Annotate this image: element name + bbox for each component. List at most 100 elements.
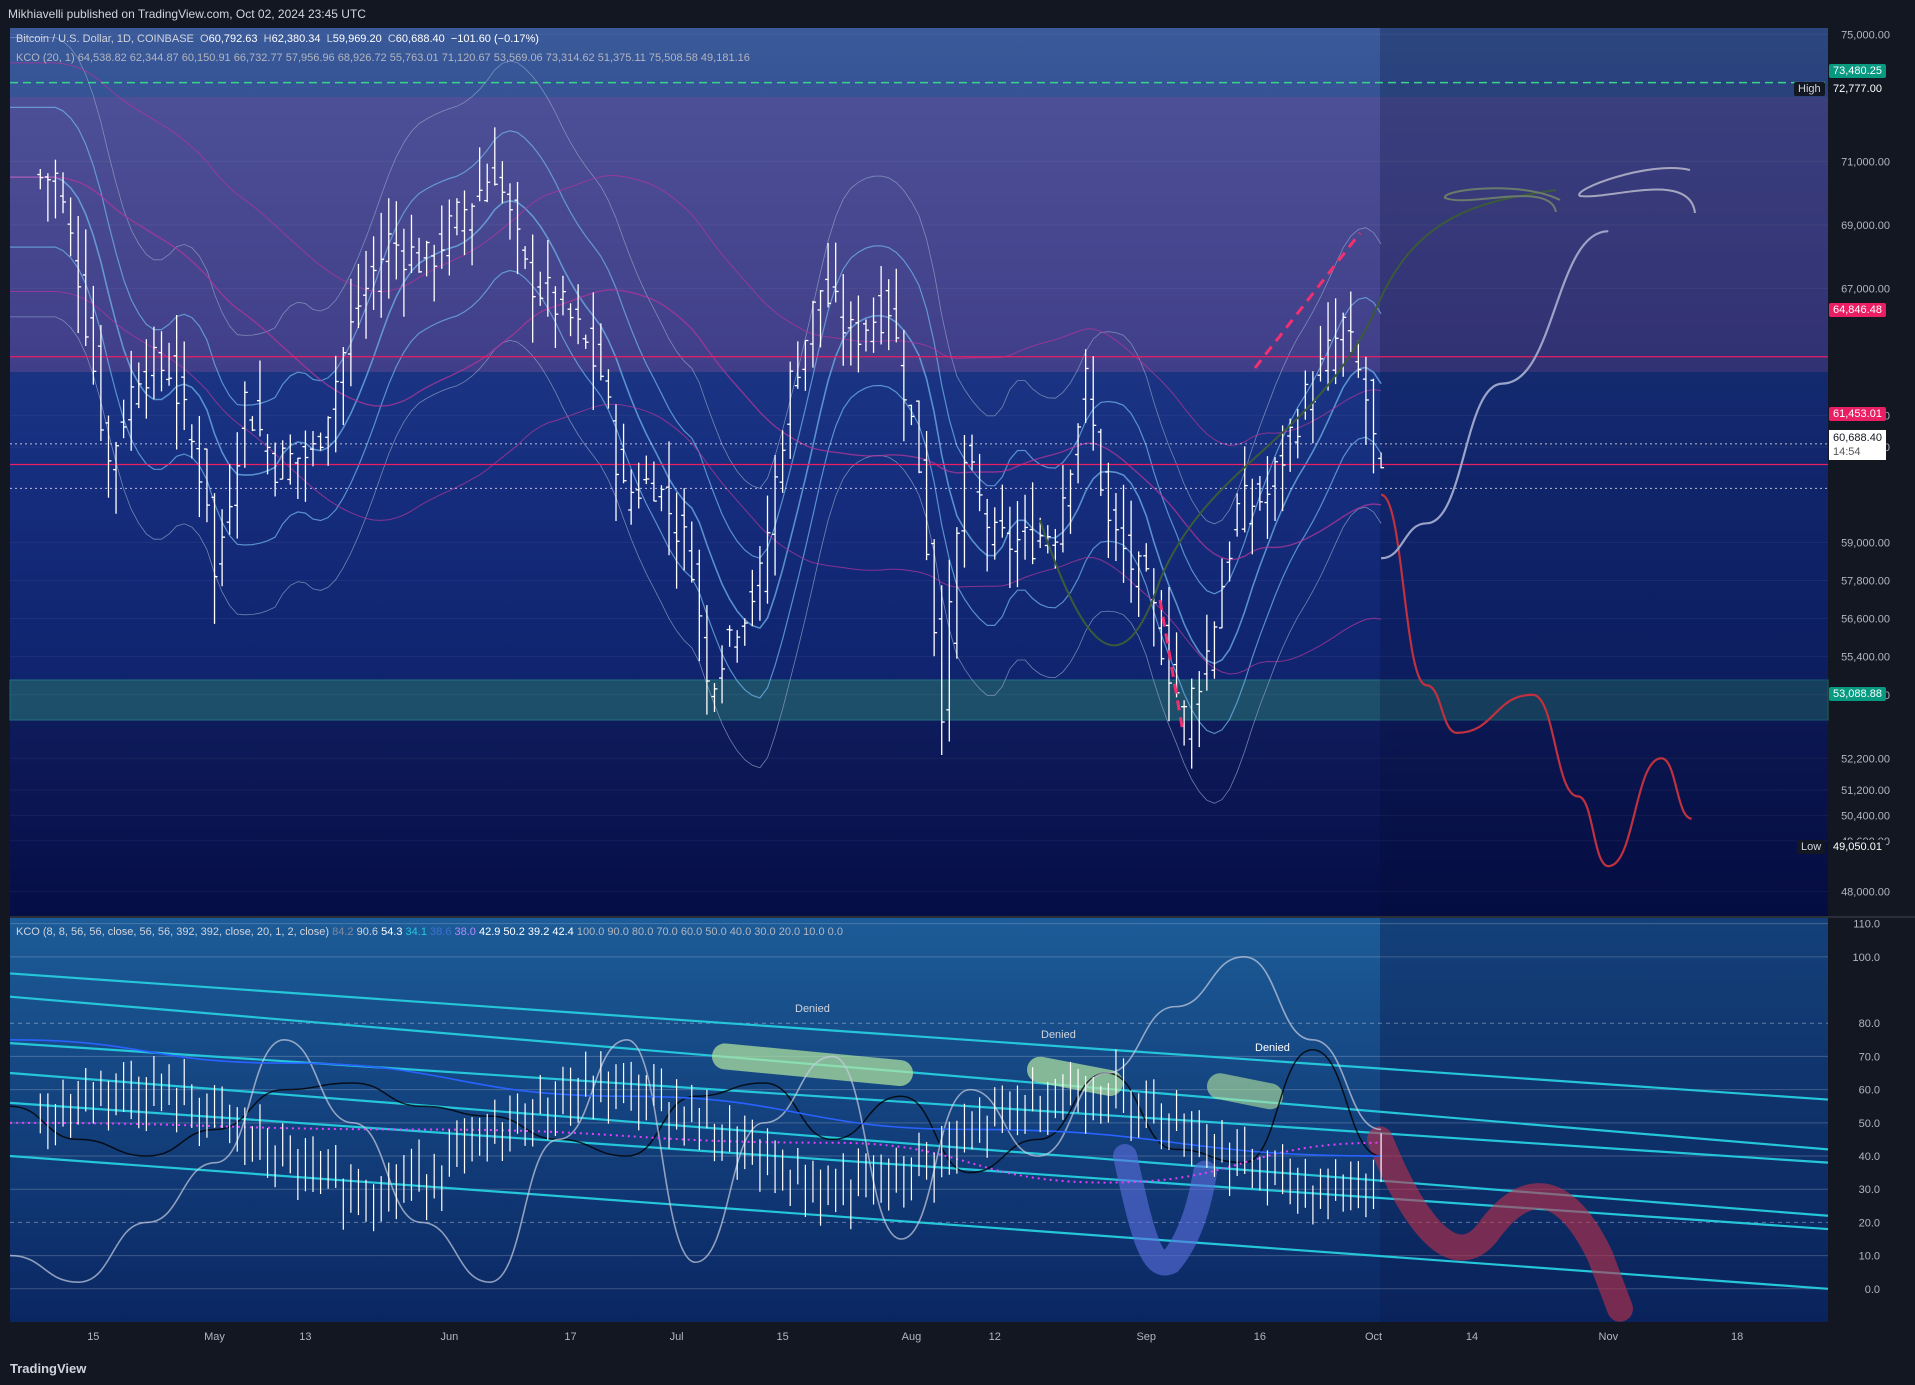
oscillator-value: 30.0	[751, 926, 776, 938]
oscillator-values: 84.2 90.6 54.3 34.1 38.6 38.0 42.9 50.2 …	[332, 926, 843, 938]
time-axis[interactable]: 15 May 13 Jun 17 Jul 15 Aug 12 Sep 16 Oct 14 Nov 18	[87, 1331, 1743, 1343]
oscillator-value: 42.4	[549, 926, 574, 938]
oscillator-value: 54.3	[378, 926, 403, 938]
oscillator-value: 20.0	[775, 926, 801, 938]
kco-values: 64,538.82 62,344.87 60,150.91 66,732.77 …	[78, 52, 750, 64]
open-label: O	[200, 33, 209, 45]
time-tick-label: 16	[1254, 1331, 1266, 1343]
oscillator-value: 50.2	[500, 926, 525, 938]
denied-highlight-3	[1207, 1073, 1283, 1110]
oscillator-value: 50.0	[702, 926, 727, 938]
time-tick-label: 14	[1466, 1331, 1478, 1343]
dashed-level-tag: 73,480.25	[1829, 64, 1886, 78]
high-label: H	[263, 33, 272, 45]
kco-value: 68,926.72	[334, 52, 387, 64]
denied-highlight-2	[1027, 1056, 1123, 1096]
high-value: 62,380.34	[271, 33, 321, 45]
low-value: 59,969.20	[332, 33, 382, 45]
high-tag-label: High	[1794, 82, 1825, 96]
low-tag-label: Low	[1797, 840, 1826, 854]
kco-value: 64,538.82	[77, 52, 127, 64]
kco-value: 66,732.77	[230, 52, 283, 64]
time-tick-label: 12	[989, 1331, 1001, 1343]
oscillator-value: 38.0	[451, 926, 476, 938]
time-tick-label: Jul	[670, 1331, 684, 1343]
oscillator-tick-label: 20.0	[1859, 1217, 1880, 1229]
oscillator-tick-label: 110.0	[1853, 919, 1880, 931]
oscillator-value: 60.0	[677, 926, 703, 938]
oscillator-tick-label: 100.0	[1852, 952, 1880, 964]
kco-value: 53,569.06	[490, 52, 543, 64]
time-tick-label: 13	[299, 1331, 311, 1343]
kco-value: 71,120.67	[438, 52, 491, 64]
time-tick-label: May	[204, 1331, 225, 1343]
oscillator-tick-label: 60.0	[1859, 1085, 1880, 1097]
time-tick-label: 17	[564, 1331, 576, 1343]
main-legend: Bitcoin / U.S. Dollar, 1D, COINBASE O60,…	[16, 33, 539, 45]
kco-title: KCO (20, 1)	[16, 52, 75, 64]
kco-value: 51,375.11	[594, 52, 646, 64]
kco-value: 73,314.62	[542, 52, 595, 64]
support-tag: 53,088.88	[1829, 687, 1886, 701]
oscillator-value: 80.0	[628, 926, 654, 938]
time-tick-label: Aug	[902, 1331, 922, 1343]
footer-brand: TradingView	[0, 1352, 1915, 1385]
oscillator-title: KCO (8, 8, 56, 56, close, 56, 56, 392, 3…	[16, 926, 330, 938]
mid-level-tag: 61,453.01	[1829, 407, 1886, 421]
change-value: −101.60 (−0.17%)	[450, 33, 539, 45]
high-tag-value: 72,777.00	[1829, 82, 1886, 96]
price-axis[interactable]: 75,000.0071,000.0069,000.0067,000.0063,0…	[1841, 29, 1890, 898]
oscillator-value: 90.0	[604, 926, 629, 938]
oscillator-value: 70.0	[653, 926, 678, 938]
time-tick-label: Sep	[1136, 1331, 1156, 1343]
resistance-tag: 64,846.48	[1829, 303, 1886, 317]
current-price-value: 60,688.40	[1833, 432, 1882, 444]
time-tick-label: Nov	[1599, 1331, 1619, 1343]
low-tag-value: 49,050.01	[1829, 840, 1886, 854]
oscillator-value: 40.0	[726, 926, 752, 938]
close-value: 60,688.40	[395, 33, 445, 45]
oscillator-legend: KCO (8, 8, 56, 56, close, 56, 56, 392, 3…	[16, 926, 843, 938]
oscillator-axis[interactable]: 110.0 100.0 80.0 70.0 60.0 50.0 40.0 30.0 20.0 10…	[1852, 919, 1880, 1296]
chart-canvas[interactable]: 75,000.0071,000.0069,000.0067,000.0063,0…	[0, 28, 1915, 1352]
oscillator-panel[interactable]: 110.0100.080.070.060.050.040.030.020.010…	[9, 917, 1880, 1322]
price-tick-label: 48,000.00	[1841, 887, 1890, 899]
kco-value: 75,508.58	[645, 52, 698, 64]
countdown: 14:54	[1833, 446, 1861, 458]
time-tick-label: Jun	[440, 1331, 458, 1343]
oscillator-value: 10.0	[800, 926, 825, 938]
oscillator-value: 0.0	[824, 926, 843, 938]
price-tick-label: 57,800.00	[1841, 575, 1890, 587]
kco-legend: KCO (20, 1) 64,538.82 62,344.87 60,150.9…	[16, 52, 750, 64]
kco-value: 49,181.16	[697, 52, 750, 64]
price-panel[interactable]: 75,000.0071,000.0069,000.0067,000.0063,0…	[9, 28, 1890, 917]
price-tick-label: 56,600.00	[1841, 614, 1890, 626]
price-tick-label: 59,000.00	[1841, 537, 1890, 549]
oscillator-tick-label: 40.0	[1859, 1151, 1880, 1163]
oscillator-tick-label: 30.0	[1859, 1184, 1880, 1196]
price-tick-label: 52,200.00	[1841, 753, 1890, 765]
oscillator-tick-label: 50.0	[1859, 1118, 1880, 1130]
publisher-header: Mikhiavelli published on TradingView.com…	[0, 0, 1915, 28]
price-tick-label: 55,400.00	[1841, 652, 1890, 664]
kco-value: 60,150.91	[178, 52, 231, 64]
close-label: C	[387, 33, 396, 45]
oscillator-tick-label: 0.0	[1865, 1284, 1880, 1296]
oscillator-tick-label: 80.0	[1859, 1018, 1880, 1030]
oscillator-value: 39.2	[524, 926, 550, 938]
open-value: 60,792.63	[208, 33, 258, 45]
denied-annotation-1: Denied	[795, 1003, 830, 1015]
price-tick-label: 50,400.00	[1841, 810, 1890, 822]
price-tick-label: 51,200.00	[1841, 785, 1890, 797]
price-tick-label: 71,000.00	[1841, 156, 1890, 168]
kco-value: 57,956.96	[282, 52, 335, 64]
denied-highlight-1	[712, 1043, 913, 1087]
oscillator-value: 34.1	[402, 926, 427, 938]
denied-annotation-2: Denied	[1041, 1029, 1076, 1041]
oscillator-tick-label: 10.0	[1859, 1251, 1880, 1263]
kco-value: 62,344.87	[126, 52, 179, 64]
time-tick-label: Oct	[1365, 1331, 1382, 1343]
kco-value: 55,763.01	[386, 52, 439, 64]
symbol-title: Bitcoin / U.S. Dollar, 1D, COINBASE	[16, 33, 194, 45]
tradingview-logo: TradingView	[10, 1361, 87, 1376]
